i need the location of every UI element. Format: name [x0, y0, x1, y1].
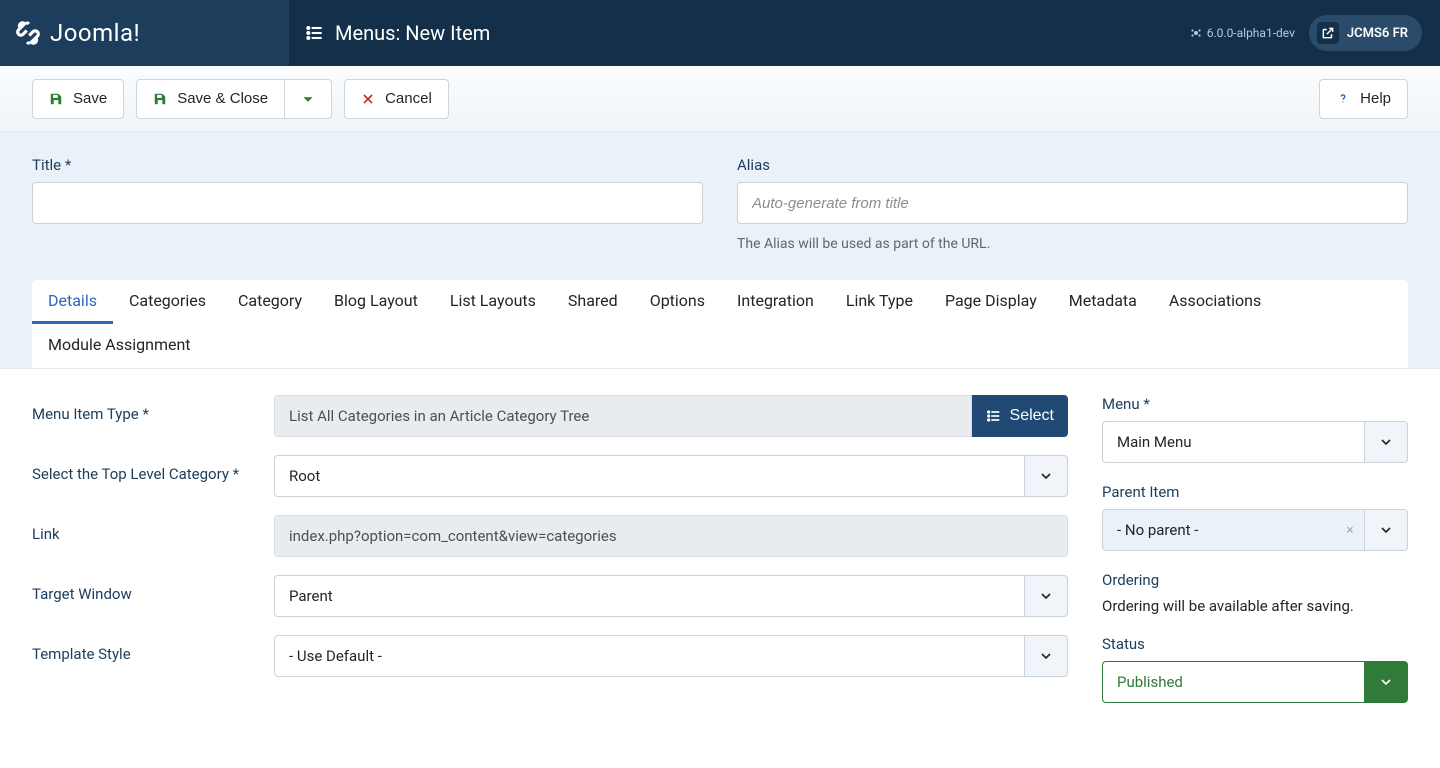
menu-label: Menu * [1102, 395, 1408, 413]
save-icon [153, 92, 167, 106]
select-menu-item-type-button[interactable]: Select [972, 395, 1068, 437]
ordering-label: Ordering [1102, 571, 1408, 589]
brand-name: Joomla! [50, 19, 140, 47]
ordering-text: Ordering will be available after saving. [1102, 597, 1408, 615]
save-dropdown-toggle[interactable] [285, 79, 332, 119]
top-level-category-select[interactable]: Root [274, 455, 1068, 497]
top-level-category-label: Select the Top Level Category * [32, 455, 274, 483]
alias-label: Alias [737, 156, 1408, 174]
clear-parent-button[interactable]: × [1336, 509, 1364, 551]
tab-shared[interactable]: Shared [552, 280, 634, 324]
link-value: index.php?option=com_content&view=catego… [274, 515, 1068, 557]
alias-input[interactable] [737, 182, 1408, 224]
chevron-down-icon [1364, 661, 1408, 703]
question-icon [1336, 92, 1350, 106]
list-icon [305, 23, 325, 43]
target-window-label: Target Window [32, 575, 274, 603]
menu-select[interactable]: Main Menu [1102, 421, 1408, 463]
joomla-logo-icon [14, 19, 42, 47]
page-title: Menus: New Item [335, 21, 490, 45]
tab-page-display[interactable]: Page Display [929, 280, 1053, 324]
tab-metadata[interactable]: Metadata [1053, 280, 1153, 324]
save-close-button[interactable]: Save & Close [136, 79, 285, 119]
help-button[interactable]: Help [1319, 79, 1408, 119]
chevron-down-icon [1364, 421, 1408, 463]
tab-blog-layout[interactable]: Blog Layout [318, 280, 434, 324]
target-window-select[interactable]: Parent [274, 575, 1068, 617]
site-badge[interactable]: JCMS6 FR [1309, 15, 1422, 51]
tabs: DetailsCategoriesCategoryBlog LayoutList… [32, 280, 1408, 368]
tab-category[interactable]: Category [222, 280, 318, 324]
template-style-select[interactable]: - Use Default - [274, 635, 1068, 677]
template-style-label: Template Style [32, 635, 274, 663]
save-icon [49, 92, 63, 106]
parent-item-select[interactable]: - No parent - × [1102, 509, 1408, 551]
title-input[interactable] [32, 182, 703, 224]
tab-integration[interactable]: Integration [721, 280, 830, 324]
chevron-down-icon [1024, 635, 1068, 677]
list-icon [986, 408, 1002, 424]
parent-item-label: Parent Item [1102, 483, 1408, 501]
cancel-button[interactable]: Cancel [344, 79, 449, 119]
tab-options[interactable]: Options [634, 280, 721, 324]
brand[interactable]: Joomla! [0, 0, 289, 66]
tab-module-assignment[interactable]: Module Assignment [32, 324, 207, 368]
external-link-icon [1317, 22, 1339, 44]
tab-list-layouts[interactable]: List Layouts [434, 280, 552, 324]
chevron-down-icon [1024, 575, 1068, 617]
tab-associations[interactable]: Associations [1153, 280, 1277, 324]
chevron-down-icon [1024, 455, 1068, 497]
menu-item-type-value: List All Categories in an Article Catego… [274, 395, 972, 437]
status-select[interactable]: Published [1102, 661, 1408, 703]
link-label: Link [32, 515, 274, 543]
version-text: 6.0.0-alpha1-dev [1190, 26, 1295, 40]
tab-details[interactable]: Details [32, 280, 113, 324]
alias-help: The Alias will be used as part of the UR… [737, 236, 1408, 252]
tab-categories[interactable]: Categories [113, 280, 222, 324]
title-label: Title * [32, 156, 703, 174]
status-label: Status [1102, 635, 1408, 653]
tab-link-type[interactable]: Link Type [830, 280, 929, 324]
close-icon [361, 92, 375, 106]
menu-item-type-label: Menu Item Type * [32, 395, 274, 423]
save-button[interactable]: Save [32, 79, 124, 119]
chevron-down-icon [301, 92, 315, 106]
chevron-down-icon [1364, 509, 1408, 551]
